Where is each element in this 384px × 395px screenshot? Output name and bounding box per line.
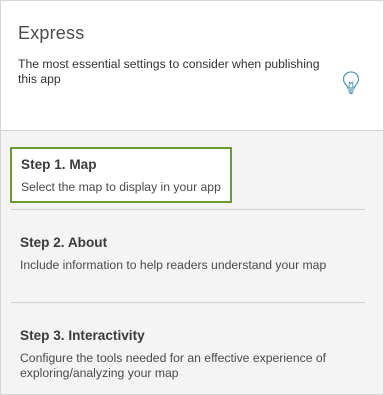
panel-title: Express bbox=[18, 23, 85, 43]
step-1-map[interactable]: Step 1. Map Select the map to display in… bbox=[10, 147, 232, 203]
step-3-interactivity[interactable]: Step 3. Interactivity Configure the tool… bbox=[11, 328, 365, 381]
step-description: Configure the tools needed for an effect… bbox=[20, 351, 327, 380]
panel-description: The most essential settings to consider … bbox=[18, 57, 320, 86]
express-header: Express The most essential settings to c… bbox=[1, 1, 383, 131]
divider bbox=[11, 302, 365, 303]
express-panel: Express The most essential settings to c… bbox=[0, 0, 384, 395]
step-2-about[interactable]: Step 2. About Include information to hel… bbox=[11, 235, 365, 273]
step-description: Select the map to display in your app bbox=[21, 180, 221, 194]
lightbulb-icon[interactable] bbox=[340, 70, 362, 96]
step-title: Step 2. About bbox=[20, 235, 108, 250]
step-title: Step 1. Map bbox=[21, 157, 97, 172]
step-description: Include information to help readers unde… bbox=[20, 258, 327, 272]
step-title: Step 3. Interactivity bbox=[20, 328, 145, 343]
divider bbox=[11, 209, 365, 210]
